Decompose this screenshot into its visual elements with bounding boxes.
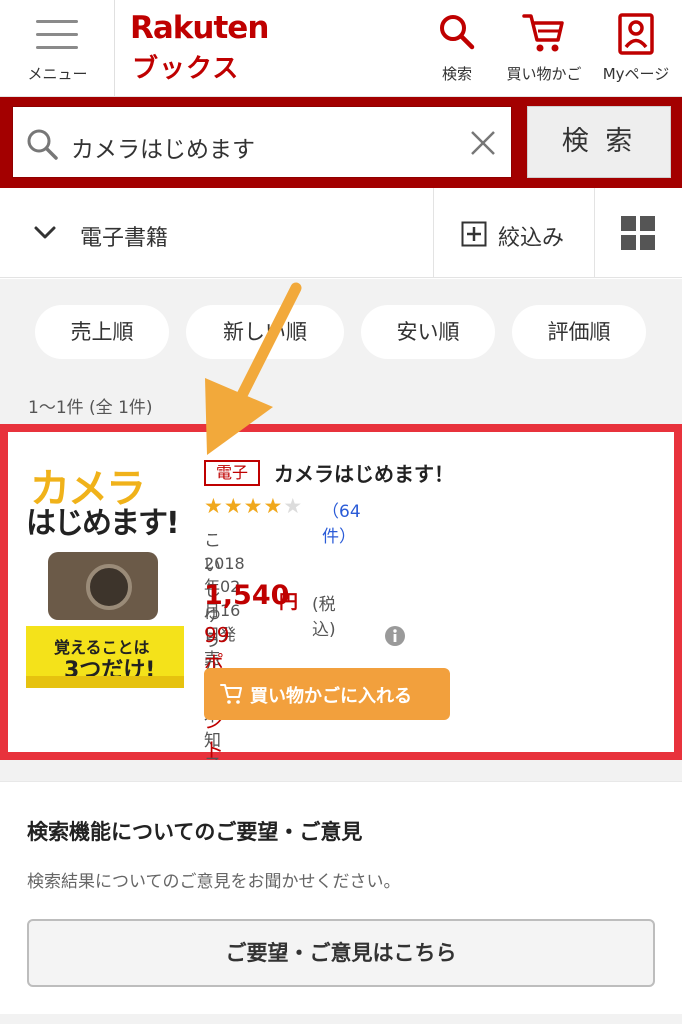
item-price: 1,540 bbox=[204, 580, 290, 611]
category-dropdown[interactable]: 電子書籍 bbox=[0, 188, 433, 278]
header-mypage-button[interactable]: Myページ bbox=[596, 0, 676, 96]
ebook-badge: 電子 bbox=[204, 460, 260, 486]
info-icon[interactable] bbox=[385, 626, 405, 646]
refine-label: 絞込み bbox=[498, 226, 565, 251]
star-filled-icon: ★ bbox=[223, 494, 244, 518]
logo-text-books: ブックス bbox=[132, 54, 240, 84]
search-icon bbox=[27, 129, 58, 160]
add-to-cart-button[interactable]: 買い物かごに入れる bbox=[204, 668, 450, 720]
header-cart-button[interactable]: 買い物かご bbox=[498, 0, 590, 96]
category-label: 電子書籍 bbox=[80, 226, 169, 251]
star-filled-icon: ★ bbox=[243, 494, 264, 518]
grid-view-button[interactable] bbox=[595, 188, 682, 278]
star-filled-icon: ★ bbox=[204, 494, 224, 518]
search-submit-button[interactable]: 検 索 bbox=[527, 106, 671, 178]
feedback-heading: 検索機能についてのご要望・ご意見 bbox=[27, 820, 363, 844]
menu-button[interactable]: メニュー bbox=[0, 0, 115, 96]
header-search-label: 検索 bbox=[441, 65, 472, 83]
plus-box-icon bbox=[461, 221, 487, 247]
menu-label: メニュー bbox=[27, 65, 88, 83]
add-to-cart-label: 買い物かごに入れる bbox=[250, 686, 412, 707]
grid-icon bbox=[621, 216, 655, 250]
result-item: カメラ はじめます! 覚えることは 3つだけ! 電子 カメラはじめます！ ★★★… bbox=[0, 424, 682, 815]
tax-note: (税込) bbox=[312, 595, 336, 640]
rating-stars: ★★★★★ bbox=[204, 494, 303, 518]
app-header: メニュー Rakuten ブックス 検索 買い物かご Myページ bbox=[0, 0, 682, 97]
chevron-down-icon bbox=[34, 226, 56, 239]
result-count: 1〜1件 (全 1件) bbox=[28, 398, 153, 418]
feedback-section: 検索機能についてのご要望・ご意見 検索結果についてのご意見をお聞かせください。 … bbox=[0, 781, 682, 1024]
feedback-description: 検索結果についてのご意見をお聞かせください。 bbox=[27, 872, 401, 892]
review-count-link[interactable]: （64件） bbox=[322, 497, 361, 547]
star-empty-icon: ★ bbox=[283, 494, 304, 518]
refine-button[interactable]: 絞込み bbox=[433, 188, 595, 278]
book-cover-image[interactable]: カメラ はじめます! 覚えることは 3つだけ! bbox=[26, 456, 184, 688]
header-search-button[interactable]: 検索 bbox=[432, 0, 482, 96]
rakuten-books-logo[interactable]: Rakuten ブックス bbox=[130, 10, 270, 85]
search-bar: カメラはじめます 検 索 bbox=[0, 97, 682, 188]
search-input[interactable]: カメラはじめます bbox=[12, 106, 512, 178]
feedback-button[interactable]: ご要望・ご意見はこちら bbox=[27, 919, 655, 987]
section-divider bbox=[0, 760, 682, 781]
sort-option-rating[interactable]: 評価順 bbox=[512, 305, 646, 359]
item-title[interactable]: カメラはじめます！ bbox=[274, 458, 454, 487]
filter-bar: 電子書籍 絞込み bbox=[0, 188, 682, 278]
camera-lens-illustration bbox=[86, 564, 132, 610]
search-icon bbox=[440, 15, 475, 50]
bottom-divider bbox=[0, 1014, 682, 1024]
cart-icon bbox=[220, 684, 242, 704]
header-cart-label: 買い物かご bbox=[506, 65, 582, 83]
search-query-text: カメラはじめます bbox=[71, 137, 255, 163]
sort-option-sales[interactable]: 売上順 bbox=[35, 305, 169, 359]
cart-icon bbox=[522, 14, 564, 52]
star-filled-icon: ★ bbox=[263, 494, 284, 518]
sort-option-cheapest[interactable]: 安い順 bbox=[361, 305, 495, 359]
user-icon bbox=[618, 13, 654, 55]
hamburger-icon bbox=[36, 20, 78, 50]
clear-icon[interactable] bbox=[467, 127, 499, 159]
cover-title-line2: はじめます! bbox=[26, 506, 180, 541]
sort-option-newest[interactable]: 新しい順 bbox=[186, 305, 344, 359]
logo-text-rakuten: Rakuten bbox=[130, 10, 269, 46]
cover-band-footer bbox=[26, 676, 184, 688]
header-mypage-label: Myページ bbox=[602, 65, 670, 83]
price-unit: 円 bbox=[279, 591, 299, 613]
